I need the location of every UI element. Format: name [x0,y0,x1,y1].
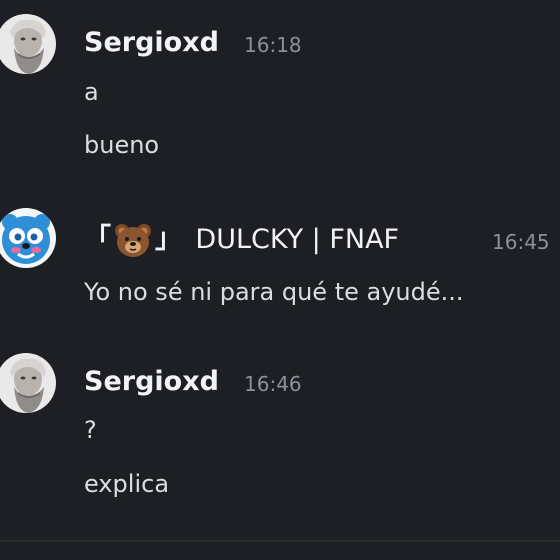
message-text: explica [84,470,170,498]
avatar-dulcky[interactable] [0,208,56,268]
message-text: a [84,78,99,106]
timestamp: 16:45 [492,230,550,254]
avatar-sergioxd[interactable] [0,353,56,413]
username[interactable]: 「 」 DULCKY | FNAF [84,222,399,258]
bear-face-icon [115,224,151,257]
avatar-sergioxd[interactable] [0,14,56,74]
timestamp: 16:46 [244,372,302,396]
divider [0,540,560,542]
avatar-image [0,353,56,413]
username[interactable]: Sergioxd [84,368,219,395]
message-text: bueno [84,131,160,159]
username-bracket-open: 「 [84,223,111,255]
message-text: ? [84,416,97,444]
username-bracket-close: 」 [155,223,182,255]
avatar-image [0,14,56,74]
message-text: Yo no sé ni para qué te ayudé... [84,278,464,306]
avatar-image [0,208,56,268]
username[interactable]: Sergioxd [84,29,219,56]
timestamp: 16:18 [244,33,302,57]
username-text: DULCKY | FNAF [195,223,400,255]
